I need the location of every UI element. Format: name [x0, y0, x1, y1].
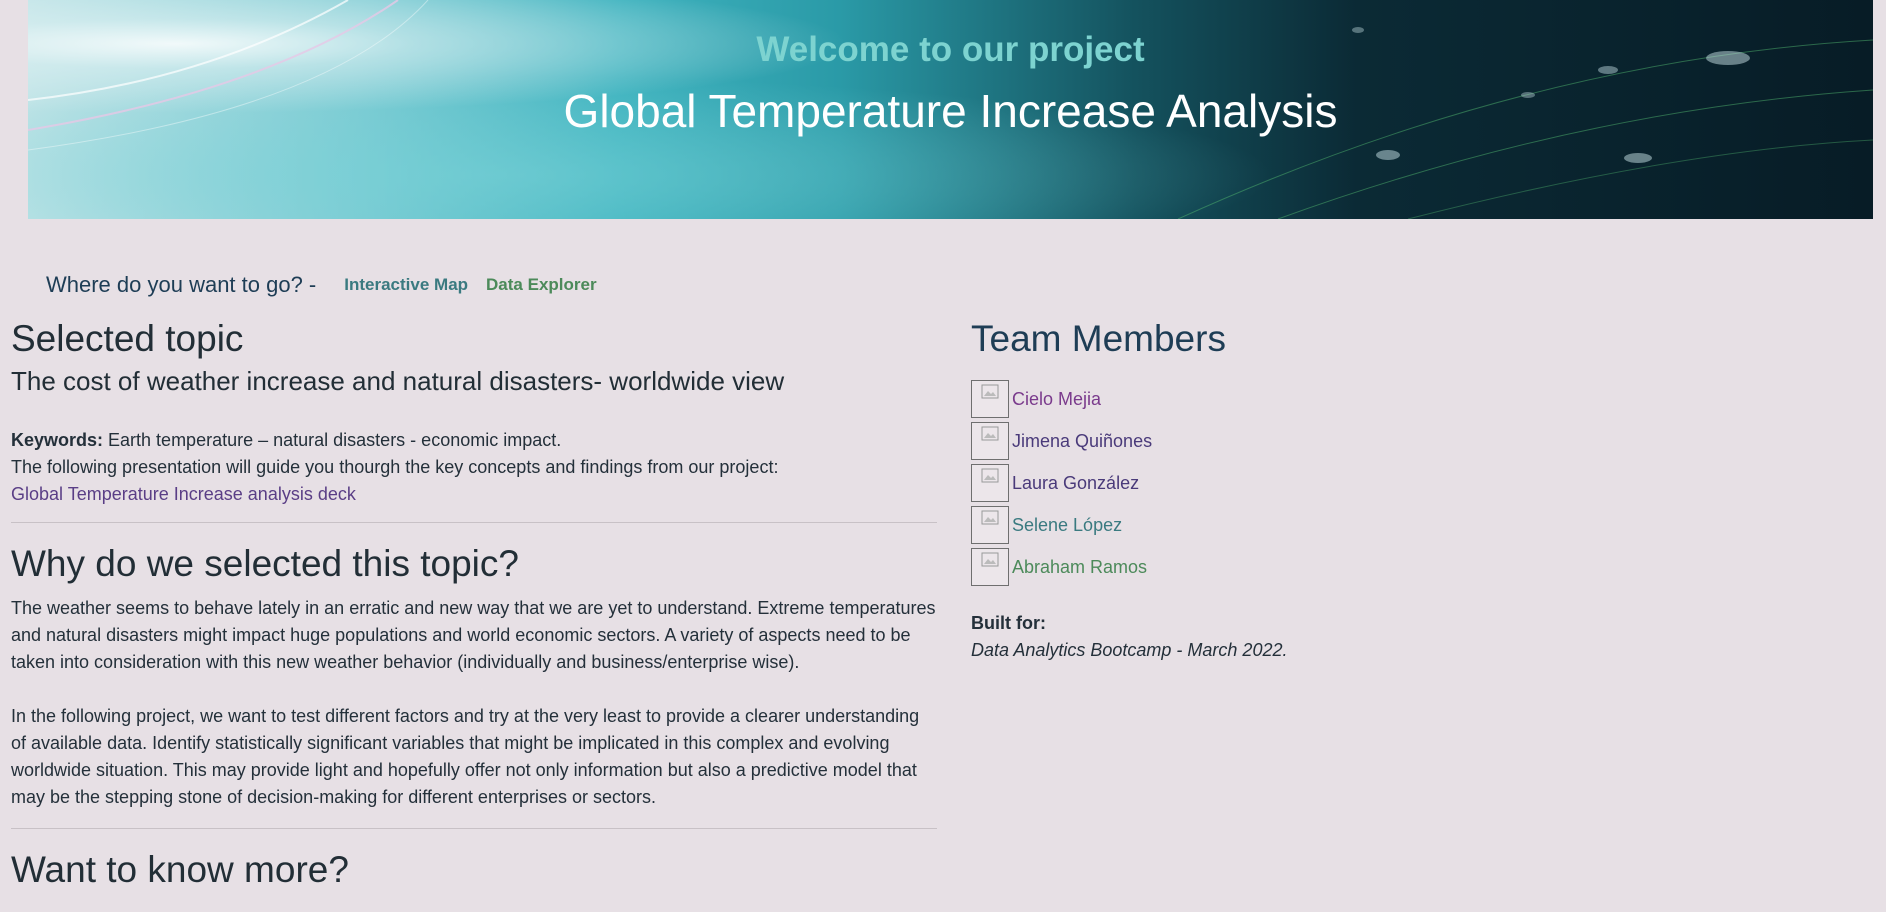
team-heading: Team Members: [971, 318, 1226, 359]
selected-topic-heading: Selected topic: [11, 318, 244, 359]
built-for-text: Data Analytics Bootcamp - March 2022.: [971, 640, 1288, 660]
team-member: Selene López: [971, 504, 1471, 546]
keywords-text: Earth temperature – natural disasters - …: [103, 430, 562, 450]
team-member: Laura González: [971, 462, 1471, 504]
hero-banner: Welcome to our project Global Temperatur…: [28, 0, 1873, 219]
team-member-name[interactable]: Cielo Mejia: [1012, 389, 1101, 410]
deck-link[interactable]: Global Temperature Increase analysis dec…: [11, 484, 356, 504]
broken-image-icon: [971, 380, 1009, 418]
broken-image-icon: [971, 464, 1009, 502]
broken-image-icon: [971, 548, 1009, 586]
team-member-name[interactable]: Selene López: [1012, 515, 1122, 536]
nav-link-interactive-map[interactable]: Interactive Map: [344, 275, 468, 295]
team-member: Abraham Ramos: [971, 546, 1471, 588]
keywords-line: Keywords: Earth temperature – natural di…: [11, 427, 937, 454]
topic-subtitle: The cost of weather increase and natural…: [11, 366, 785, 396]
broken-image-icon: [971, 422, 1009, 460]
hero-subtitle: Welcome to our project: [756, 30, 1145, 69]
hero-title: Global Temperature Increase Analysis: [563, 85, 1338, 137]
navigation-bar: Where do you want to go? - Interactive M…: [46, 272, 615, 298]
team-member: Jimena Quiñones: [971, 420, 1471, 462]
nav-prompt: Where do you want to go? -: [46, 272, 317, 297]
team-member-name[interactable]: Jimena Quiñones: [1012, 431, 1152, 452]
nav-link-data-explorer[interactable]: Data Explorer: [486, 275, 597, 295]
why-paragraph-1: The weather seems to behave lately in an…: [11, 598, 936, 672]
why-heading: Why do we selected this topic?: [11, 543, 519, 584]
guide-text: The following presentation will guide yo…: [11, 457, 779, 477]
broken-image-icon: [971, 506, 1009, 544]
keywords-label: Keywords:: [11, 430, 104, 450]
why-paragraph-2: In the following project, we want to tes…: [11, 706, 920, 807]
want-to-know-more-heading: Want to know more?: [11, 849, 349, 890]
main-content: Selected topic The cost of weather incre…: [11, 318, 937, 891]
team-member-name[interactable]: Laura González: [1012, 473, 1139, 494]
team-member-name[interactable]: Abraham Ramos: [1012, 557, 1147, 578]
built-for-label: Built for:: [971, 613, 1046, 633]
team-member: Cielo Mejia: [971, 378, 1471, 420]
team-section: Team Members Cielo Mejia Jimena Quiñones…: [971, 318, 1471, 664]
